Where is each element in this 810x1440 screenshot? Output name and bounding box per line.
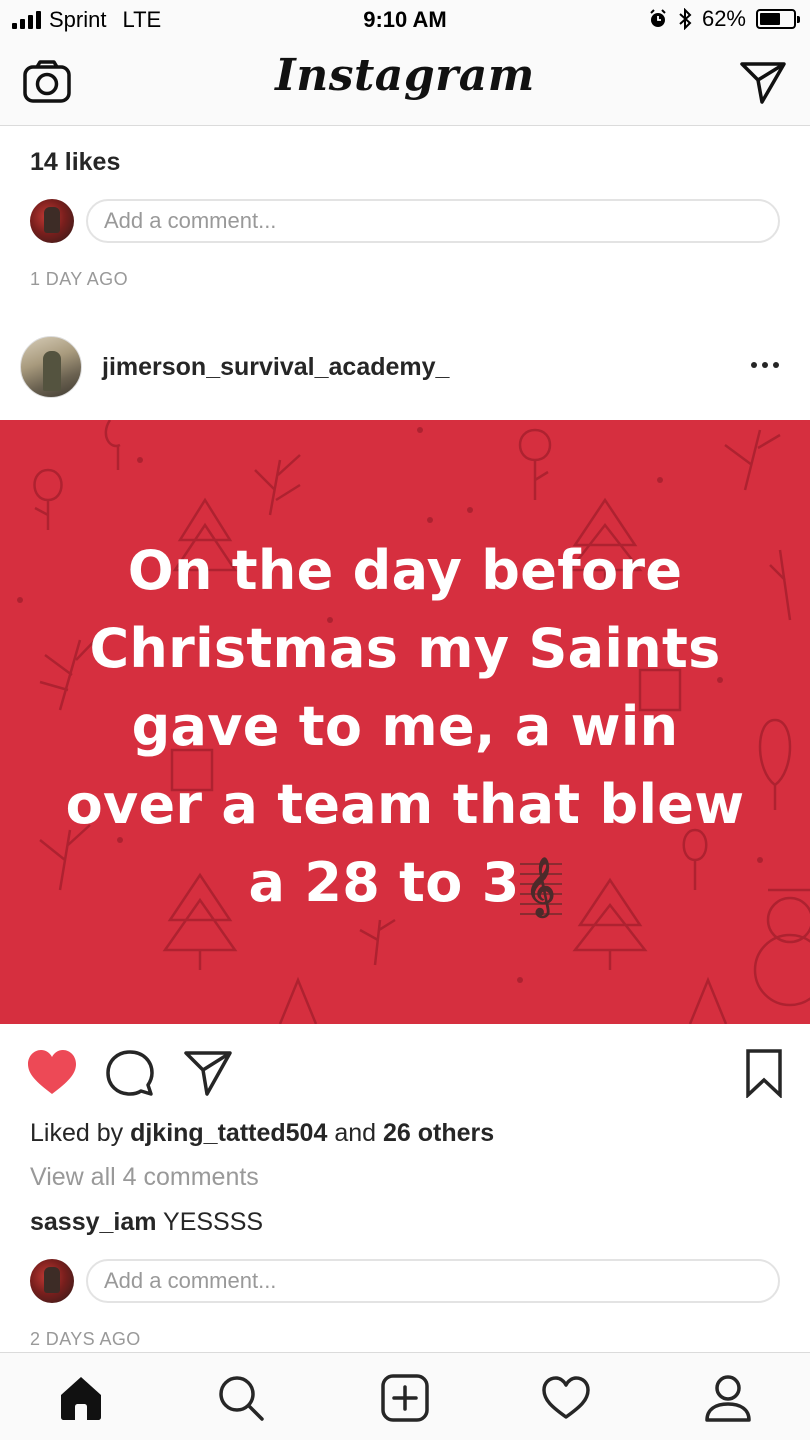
- status-bar: Sprint LTE 9:10 AM 62%: [0, 0, 810, 40]
- avatar: [30, 1259, 74, 1303]
- tab-bar: [0, 1352, 810, 1440]
- comment-item: sassy_iam YESSSS: [30, 1208, 263, 1237]
- comment-row: Add a comment...: [30, 1259, 780, 1303]
- image-text-line: Christmas my Saints: [89, 617, 721, 680]
- liked-by-others[interactable]: 26 others: [383, 1119, 494, 1147]
- comment-input[interactable]: Add a comment...: [86, 199, 780, 243]
- status-right: 62%: [648, 6, 800, 32]
- direct-message-icon[interactable]: [738, 58, 788, 108]
- image-text-line: over a team that blew: [65, 773, 745, 836]
- activity-icon[interactable]: [541, 1373, 591, 1423]
- search-icon[interactable]: [216, 1373, 266, 1423]
- liked-by-connector: and: [334, 1119, 377, 1147]
- liked-by-prefix: Liked by: [30, 1119, 124, 1147]
- battery-percent: 62%: [701, 6, 746, 31]
- share-icon[interactable]: [182, 1048, 234, 1098]
- avatar[interactable]: [20, 336, 82, 398]
- home-icon[interactable]: [56, 1373, 106, 1423]
- battery-fill: [760, 13, 780, 25]
- comment-text: YESSSS: [163, 1208, 264, 1236]
- comment-row: Add a comment...: [30, 199, 780, 243]
- post-header: jimerson_survival_academy_: [0, 326, 810, 410]
- alarm-icon: [650, 9, 666, 27]
- bookmark-icon[interactable]: [738, 1048, 790, 1098]
- more-options-icon[interactable]: [748, 352, 782, 376]
- avatar: [30, 199, 74, 243]
- action-bar: [0, 1024, 810, 1118]
- comment-username[interactable]: sassy_iam: [30, 1208, 157, 1236]
- battery-icon: [756, 9, 800, 29]
- app-header: Instagram: [0, 40, 810, 126]
- like-heart-icon[interactable]: [26, 1048, 78, 1098]
- image-text-line: a 28 to 3: [248, 851, 520, 914]
- post-timestamp: 1 DAY AGO: [30, 269, 128, 289]
- bluetooth-icon: [679, 8, 692, 30]
- comment-icon[interactable]: [104, 1048, 156, 1098]
- image-text-line: gave to me, a win: [131, 695, 679, 758]
- new-post-icon[interactable]: [380, 1373, 430, 1423]
- profile-icon[interactable]: [703, 1373, 753, 1423]
- view-all-comments-link[interactable]: View all 4 comments: [30, 1163, 259, 1192]
- image-text-line: On the day before: [127, 539, 683, 602]
- music-note-emoji: 𝄞: [519, 855, 562, 918]
- instagram-logo: Instagram: [275, 50, 535, 101]
- comment-input[interactable]: Add a comment...: [86, 1259, 780, 1303]
- post-image[interactable]: On the day before Christmas my Saints ga…: [0, 420, 810, 1024]
- image-text-line-last: a 28 to 3 𝄞: [40, 844, 770, 922]
- post-image-text: On the day before Christmas my Saints ga…: [40, 532, 770, 922]
- post-username[interactable]: jimerson_survival_academy_: [102, 353, 449, 382]
- post-timestamp: 2 DAYS AGO: [30, 1329, 141, 1349]
- liked-by-text: Liked by djking_tatted504 and 26 others: [30, 1119, 494, 1148]
- likes-count[interactable]: 14 likes: [30, 148, 120, 177]
- liked-by-user[interactable]: djking_tatted504: [130, 1119, 327, 1147]
